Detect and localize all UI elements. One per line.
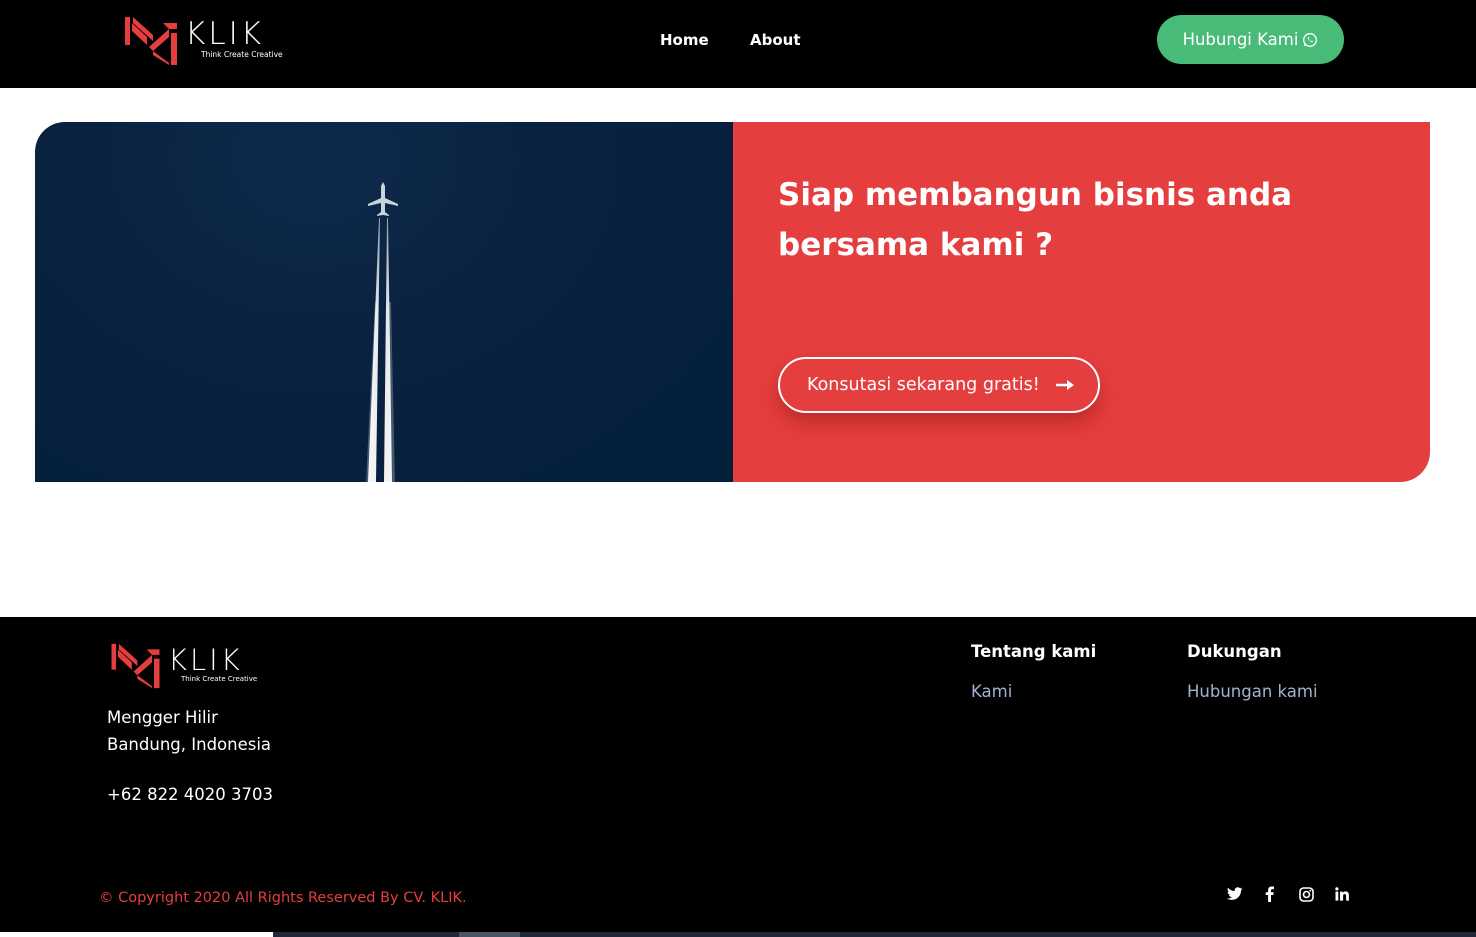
footer: KLIK Think Create Creative Mengger Hilir… xyxy=(0,617,1476,937)
klik-logo-mark-icon xyxy=(111,643,160,689)
whatsapp-icon xyxy=(1303,32,1318,47)
linkedin-icon[interactable] xyxy=(1333,885,1351,903)
footer-link-kami[interactable]: Kami xyxy=(971,682,1012,701)
navbar: KLIK Think Create Creative Home About Hu… xyxy=(0,0,1476,88)
free-consultation-button[interactable]: Konsutasi sekarang gratis! xyxy=(778,357,1100,413)
brand-tagline: Think Create Creative xyxy=(201,50,283,59)
hero-title: Siap membangun bisnis anda bersama kami … xyxy=(778,177,1293,263)
scrollbar-track xyxy=(0,932,273,937)
arrow-right-icon xyxy=(1055,380,1074,390)
hero-banner: Siap membangun bisnis anda bersama kami … xyxy=(35,122,1430,482)
airplane-contrail-photo xyxy=(366,182,398,482)
nav-home-link[interactable]: Home xyxy=(660,31,709,49)
contact-button[interactable]: Hubungi Kami xyxy=(1157,15,1344,64)
address: Mengger Hilir Bandung, Indonesia xyxy=(107,704,271,758)
footer-link-contact[interactable]: Hubungan kami xyxy=(1187,682,1318,701)
hero-image xyxy=(35,122,733,482)
footer-logo[interactable]: KLIK Think Create Creative xyxy=(109,642,257,690)
facebook-icon[interactable] xyxy=(1260,885,1278,903)
footer-brand-name: KLIK xyxy=(168,643,243,677)
twitter-icon[interactable] xyxy=(1226,885,1244,903)
klik-logo-mark-icon xyxy=(125,17,177,65)
instagram-icon[interactable] xyxy=(1297,885,1315,903)
scrollbar-thumb[interactable] xyxy=(459,932,520,937)
contact-button-label: Hubungi Kami xyxy=(1182,30,1299,49)
brand-logo[interactable]: KLIK Think Create Creative xyxy=(123,15,283,67)
copyright-text: © Copyright 2020 All Rights Reserved By … xyxy=(99,890,467,906)
horizontal-scrollbar[interactable] xyxy=(0,932,1476,937)
nav-about-link[interactable]: About xyxy=(750,31,801,49)
brand-name: KLIK xyxy=(185,16,265,52)
footer-brand-tagline: Think Create Creative xyxy=(181,675,258,683)
cta-label: Konsutasi sekarang gratis! xyxy=(807,375,1040,395)
hero-panel: Siap membangun bisnis anda bersama kami … xyxy=(733,122,1430,482)
footer-heading-about: Tentang kami xyxy=(971,642,1097,661)
footer-heading-support: Dukungan xyxy=(1187,642,1282,661)
address-line-1: Mengger Hilir xyxy=(107,708,218,727)
address-line-2: Bandung, Indonesia xyxy=(107,735,272,754)
phone-number: +62 822 4020 3703 xyxy=(107,785,274,804)
